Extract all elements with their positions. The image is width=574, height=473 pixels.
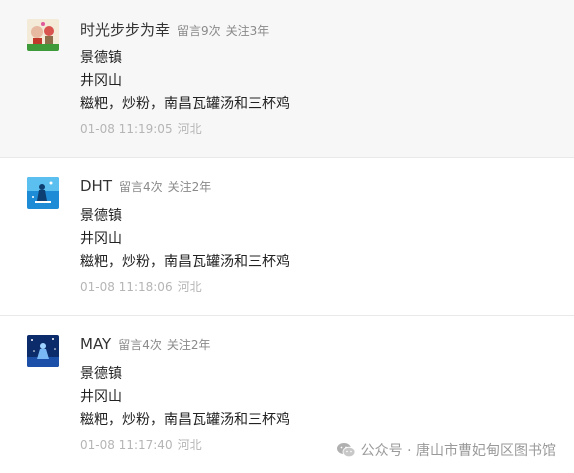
comment-text-line: 景德镇: [80, 50, 122, 66]
comment-location: 河北: [177, 122, 202, 136]
nickname[interactable]: DHT: [80, 177, 112, 195]
follow-duration: 关注2年: [167, 180, 212, 194]
comment-text-line: 景德镇: [80, 208, 122, 224]
comment-time: 01-08 11:19:05: [80, 122, 173, 136]
cartoon-avatar-icon[interactable]: [27, 19, 59, 51]
comment-time: 01-08 11:17:40: [80, 438, 173, 452]
comment-list: 时光步步为幸 留言9次 关注3年 景德镇 井冈山 糍粑，炒粉，南昌瓦罐汤和三杯鸡…: [0, 0, 574, 473]
comment-text-line: 井冈山: [80, 73, 122, 89]
comment-text-line: 糍粑，炒粉，南昌瓦罐汤和三杯鸡: [80, 96, 290, 112]
comment-footer: 01-08 11:17:40 河北: [80, 436, 202, 453]
comment-text-line: 糍粑，炒粉，南昌瓦罐汤和三杯鸡: [80, 254, 290, 270]
nickname[interactable]: 时光步步为幸: [80, 19, 170, 40]
follow-duration: 关注2年: [166, 338, 211, 352]
watermark-text: 公众号 · 唐山市曹妃甸区图书馆: [360, 443, 556, 459]
follow-duration: 关注3年: [225, 24, 270, 38]
comment-location: 河北: [177, 280, 202, 294]
comment-item: 时光步步为幸 留言9次 关注3年 景德镇 井冈山 糍粑，炒粉，南昌瓦罐汤和三杯鸡…: [0, 0, 574, 158]
night-sky-avatar-icon[interactable]: [27, 335, 59, 367]
comment-header: 时光步步为幸 留言9次 关注3年: [80, 19, 269, 39]
comment-footer: 01-08 11:18:06 河北: [80, 278, 202, 295]
comment-text-line: 景德镇: [80, 366, 122, 382]
message-count: 留言4次: [118, 338, 162, 352]
message-count: 留言9次: [177, 24, 221, 38]
message-count: 留言4次: [119, 180, 163, 194]
comment-item: DHT 留言4次 关注2年 景德镇 井冈山 糍粑，炒粉，南昌瓦罐汤和三杯鸡 01…: [0, 158, 574, 316]
nickname[interactable]: MAY: [80, 335, 111, 353]
comment-text-line: 井冈山: [80, 389, 122, 405]
comment-header: DHT 留言4次 关注2年: [80, 177, 211, 197]
comment-location: 河北: [177, 438, 202, 452]
watermark: 公众号 · 唐山市曹妃甸区图书馆: [336, 440, 556, 460]
blue-figure-avatar-icon[interactable]: [27, 177, 59, 209]
comment-text-line: 糍粑，炒粉，南昌瓦罐汤和三杯鸡: [80, 412, 290, 428]
comment-footer: 01-08 11:19:05 河北: [80, 120, 202, 137]
wechat-official-account-icon: [336, 443, 356, 458]
comment-header: MAY 留言4次 关注2年: [80, 335, 210, 355]
comment-time: 01-08 11:18:06: [80, 280, 173, 294]
comment-text-line: 井冈山: [80, 231, 122, 247]
